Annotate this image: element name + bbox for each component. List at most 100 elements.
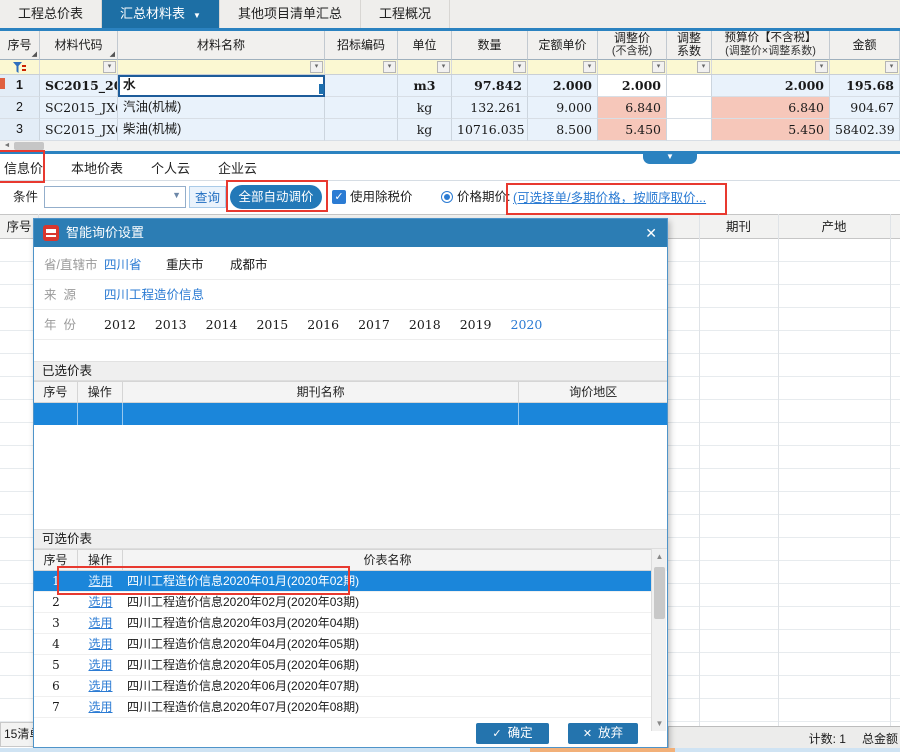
source-option-selected[interactable]: 四川工程造价信息 xyxy=(104,280,204,310)
combo-caret-icon[interactable]: ▼ xyxy=(172,190,181,200)
scroll-strip-thumb[interactable] xyxy=(530,748,675,752)
tab-project-overview[interactable]: 工程概况 xyxy=(361,0,450,28)
qty-cell[interactable]: 97.842 xyxy=(452,75,528,97)
qty-cell[interactable]: 10716.035 xyxy=(452,119,528,141)
pricelist-row[interactable]: 7 选用 四川工程造价信息2020年07月(2020年08期) xyxy=(34,697,653,718)
budget-price-cell[interactable]: 5.450 xyxy=(712,119,830,141)
tax-excluded-label[interactable]: 使用除税价 xyxy=(350,186,413,208)
amount-cell[interactable]: 195.68 xyxy=(830,75,900,97)
col-header-qty[interactable]: 数量 xyxy=(452,31,528,60)
use-link[interactable]: 选用 xyxy=(88,595,112,609)
scroll-up-icon[interactable]: ▲ xyxy=(652,549,667,564)
use-link[interactable]: 选用 xyxy=(88,574,112,588)
filter-dropdown-icon[interactable]: ▾ xyxy=(815,61,828,73)
col-header-no[interactable]: 序号◢ xyxy=(0,31,40,60)
col-header-adjusted-price[interactable]: 调整价(不含税) xyxy=(598,31,667,60)
condition-combobox[interactable]: ▼ xyxy=(44,186,186,208)
year-option[interactable]: 2018 xyxy=(409,310,441,340)
dialog-list-scrollbar[interactable]: ▲ ▼ xyxy=(651,549,666,731)
material-code-cell[interactable]: SC2015_JX00 xyxy=(40,119,118,141)
use-link[interactable]: 选用 xyxy=(88,658,112,672)
tax-excluded-checkbox[interactable]: ✓ xyxy=(332,190,346,204)
year-option[interactable]: 2014 xyxy=(206,310,238,340)
filter-dropdown-icon[interactable]: ▾ xyxy=(652,61,665,73)
filter-dropdown-icon[interactable]: ▾ xyxy=(583,61,596,73)
year-option[interactable]: 2015 xyxy=(256,310,288,340)
cell-fill-handle[interactable] xyxy=(319,84,324,94)
chevron-down-icon[interactable]: ▼ xyxy=(193,11,201,20)
year-option[interactable]: 2016 xyxy=(307,310,339,340)
filter-dropdown-icon[interactable]: ▾ xyxy=(383,61,396,73)
base-price-cell[interactable]: 8.500 xyxy=(528,119,598,141)
province-option-selected[interactable]: 四川省 xyxy=(104,250,142,280)
pricelist-row[interactable]: 3 选用 四川工程造价信息2020年03月(2020年04期) xyxy=(34,613,653,634)
material-row[interactable]: 2 SC2015_JX00 汽油(机械) kg 132.261 9.000 6.… xyxy=(0,97,900,119)
bottom-scroll-strip[interactable] xyxy=(0,748,900,752)
tab-personal-cloud[interactable]: 个人云 xyxy=(137,158,204,177)
material-row[interactable]: 1 SC2015_200 水 m3 97.842 2.000 2.000 2.0… xyxy=(0,75,900,97)
budget-price-cell[interactable]: 6.840 xyxy=(712,97,830,119)
tab-enterprise-cloud[interactable]: 企业云 xyxy=(204,158,271,177)
col-header-bid-code[interactable]: 招标编码 xyxy=(325,31,398,60)
col-header-name[interactable]: 材料名称 xyxy=(118,31,325,60)
dialog-title-bar[interactable]: 智能询价设置 ✕ xyxy=(34,219,667,247)
qty-cell[interactable]: 132.261 xyxy=(452,97,528,119)
auto-adjust-all-button[interactable]: 全部自动调价 xyxy=(230,185,322,209)
price-period-label[interactable]: 价格期价: xyxy=(457,186,510,208)
close-icon[interactable]: ✕ xyxy=(645,219,657,247)
use-link[interactable]: 选用 xyxy=(88,616,112,630)
base-price-cell[interactable]: 2.000 xyxy=(528,75,598,97)
bid-code-cell[interactable] xyxy=(325,97,398,119)
pricelist-row[interactable]: 5 选用 四川工程造价信息2020年05月(2020年06期) xyxy=(34,655,653,676)
col-header-amount[interactable]: 金额 xyxy=(830,31,900,60)
col-header-code[interactable]: 材料代码◢ xyxy=(40,31,118,60)
unit-cell[interactable]: m3 xyxy=(398,75,452,97)
tab-info-price[interactable]: 信息价 xyxy=(0,158,57,177)
pricelist-row[interactable]: 6 选用 四川工程造价信息2020年06月(2020年07期) xyxy=(34,676,653,697)
coefficient-cell[interactable] xyxy=(667,119,712,141)
year-option[interactable]: 2019 xyxy=(460,310,492,340)
col-header-coefficient[interactable]: 调整系数 xyxy=(667,31,712,60)
confirm-button[interactable]: ✓确定 xyxy=(476,723,549,744)
col-header-budget-price[interactable]: 预算价【不含税】(调整价×调整系数) xyxy=(712,31,830,60)
bid-code-cell[interactable] xyxy=(325,119,398,141)
price-period-radio[interactable] xyxy=(441,191,453,203)
horizontal-scrollbar[interactable]: ◄ xyxy=(0,141,900,151)
bid-code-cell[interactable] xyxy=(325,75,398,97)
query-button[interactable]: 查询 xyxy=(189,186,226,208)
scroll-down-icon[interactable]: ▼ xyxy=(652,716,667,731)
use-link[interactable]: 选用 xyxy=(88,679,112,693)
use-link[interactable]: 选用 xyxy=(88,637,112,651)
material-name-cell[interactable]: 汽油(机械) xyxy=(118,97,325,119)
unit-cell[interactable]: kg xyxy=(398,97,452,119)
tab-project-total[interactable]: 工程总价表 xyxy=(0,0,102,28)
amount-cell[interactable]: 904.67 xyxy=(830,97,900,119)
filter-dropdown-icon[interactable]: ▾ xyxy=(437,61,450,73)
material-code-cell[interactable]: SC2015_200 xyxy=(40,75,118,97)
material-code-cell[interactable]: SC2015_JX00 xyxy=(40,97,118,119)
tab-materials-summary[interactable]: 汇总材料表▼ xyxy=(102,0,220,28)
budget-price-cell[interactable]: 2.000 xyxy=(712,75,830,97)
adjusted-price-cell[interactable]: 2.000 xyxy=(598,75,667,97)
year-option[interactable]: 2017 xyxy=(358,310,390,340)
coefficient-cell[interactable] xyxy=(667,75,712,97)
material-name-cell-selected[interactable]: 水 xyxy=(118,75,325,97)
base-price-cell[interactable]: 9.000 xyxy=(528,97,598,119)
adjusted-price-cell[interactable]: 6.840 xyxy=(598,97,667,119)
coefficient-cell[interactable] xyxy=(667,97,712,119)
material-row[interactable]: 3 SC2015_JX00 柴油(机械) kg 10716.035 8.500 … xyxy=(0,119,900,141)
pricelist-row-selected[interactable]: 1 选用 四川工程造价信息2020年01月(2020年02期) xyxy=(34,571,653,592)
pricelist-row[interactable]: 2 选用 四川工程造价信息2020年02月(2020年03期) xyxy=(34,592,653,613)
year-option[interactable]: 2013 xyxy=(155,310,187,340)
period-select-link[interactable]: (可选择单/多期价格，按顺序取价... xyxy=(513,187,706,209)
filter-dropdown-icon[interactable]: ▾ xyxy=(885,61,898,73)
filter-dropdown-icon[interactable]: ▾ xyxy=(513,61,526,73)
material-name-cell[interactable]: 柴油(机械) xyxy=(118,119,325,141)
cancel-button[interactable]: ✕放弃 xyxy=(568,723,638,744)
scroll-left-icon[interactable]: ◄ xyxy=(0,141,14,151)
pricelist-row[interactable]: 4 选用 四川工程造价信息2020年04月(2020年05期) xyxy=(34,634,653,655)
scrollbar-thumb[interactable] xyxy=(14,142,44,150)
filter-dropdown-icon[interactable]: ▾ xyxy=(103,61,116,73)
selected-pricelist-empty-row[interactable] xyxy=(34,403,667,425)
adjusted-price-cell[interactable]: 5.450 xyxy=(598,119,667,141)
